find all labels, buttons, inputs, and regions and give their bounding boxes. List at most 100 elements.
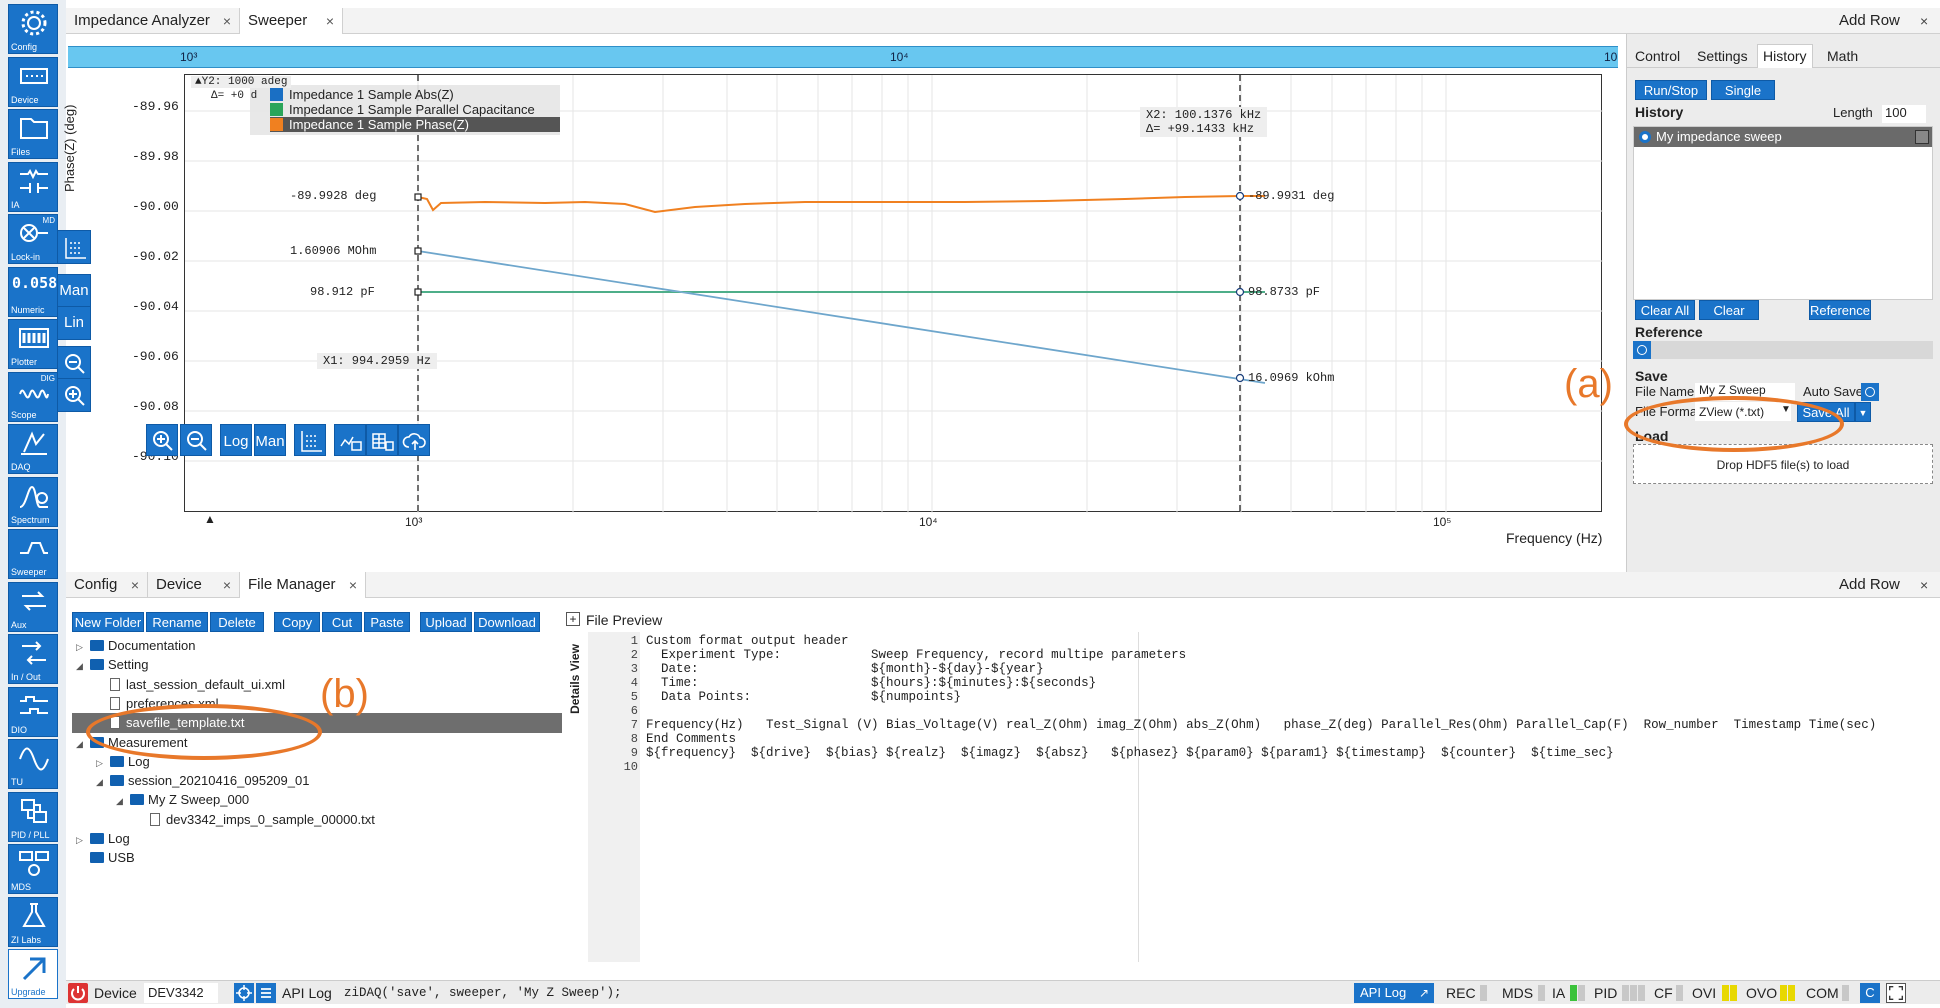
history-list[interactable]: My impedance sweep xyxy=(1633,126,1933,300)
sidebar-item-ia[interactable]: IA xyxy=(8,161,58,212)
tab-settings[interactable]: Settings xyxy=(1697,48,1748,64)
rename-button[interactable]: Rename xyxy=(146,612,208,632)
x-fit-button[interactable] xyxy=(294,424,326,456)
tab-device[interactable]: Device × xyxy=(148,572,240,598)
locate-device-button[interactable] xyxy=(234,983,254,1003)
tree-folder[interactable]: ◢ My Z Sweep_000 xyxy=(72,790,562,810)
add-row-button[interactable]: Add Row xyxy=(1839,572,1900,598)
legend-item[interactable]: Impedance 1 Sample Parallel Capacitance xyxy=(270,102,535,117)
details-view-label[interactable]: Details View xyxy=(568,644,582,714)
sidebar-item-plotter[interactable]: Plotter xyxy=(8,319,58,369)
clear-button[interactable]: Clear xyxy=(1699,300,1759,320)
reference-button[interactable]: Reference xyxy=(1809,300,1871,320)
code-line[interactable]: Date: ${month}-${day}-${year} xyxy=(646,662,1044,676)
legend[interactable]: Impedance 1 Sample Abs(Z) Impedance 1 Sa… xyxy=(250,85,560,135)
delete-button[interactable]: Delete xyxy=(210,612,264,632)
expand-icon[interactable]: + xyxy=(566,612,580,626)
file-tree[interactable]: ▷ Documentation ◢ Setting last_session_defau… xyxy=(72,636,562,962)
code-line[interactable]: End Comments xyxy=(646,732,736,746)
sidebar-item-pid-pll[interactable]: PID / PLL xyxy=(8,791,58,842)
export-data-button[interactable] xyxy=(366,424,398,456)
overview-axis[interactable]: 10³ 10⁴ 10 xyxy=(68,46,1618,68)
close-icon[interactable]: × xyxy=(326,8,334,34)
paste-button[interactable]: Paste xyxy=(364,612,410,632)
upload-button[interactable]: Upload xyxy=(420,612,472,632)
single-button[interactable]: Single xyxy=(1711,80,1775,100)
power-button[interactable] xyxy=(68,983,88,1003)
code-area[interactable]: 1 Custom format output header 2 Experiment… xyxy=(588,632,1940,962)
add-row-button[interactable]: Add Row xyxy=(1839,8,1900,34)
close-icon[interactable]: × xyxy=(1920,8,1928,34)
tab-impedance-analyzer[interactable]: Impedance Analyzer × xyxy=(66,8,240,34)
sidebar-item-config[interactable]: Config xyxy=(8,4,58,54)
code-line[interactable]: Data Points: ${numpoints} xyxy=(646,690,961,704)
expand-arrow-icon[interactable]: ▷ xyxy=(96,753,110,773)
expand-arrow-icon[interactable]: ◢ xyxy=(96,772,110,792)
legend-item-selected[interactable]: Impedance 1 Sample Phase(Z) xyxy=(270,117,560,132)
reference-radio-icon[interactable] xyxy=(1633,341,1651,359)
history-list-item[interactable]: My impedance sweep xyxy=(1634,127,1932,147)
api-log-button[interactable]: API Log ↗ xyxy=(1354,983,1434,1003)
y-lin-button[interactable]: Lin xyxy=(57,306,91,340)
sidebar-item-numeric[interactable]: 0.058 Numeric xyxy=(8,266,58,317)
tab-sweeper[interactable]: Sweeper × xyxy=(240,8,343,34)
sidebar-item-upgrade[interactable]: Upgrade xyxy=(8,949,58,999)
sidebar-item-files[interactable]: Files xyxy=(8,109,58,159)
tree-file[interactable]: last_session_default_ui.xml xyxy=(72,675,562,695)
close-icon[interactable]: × xyxy=(349,572,357,598)
code-line[interactable]: Experiment Type: Sweep Frequency, record… xyxy=(646,648,1186,662)
tree-folder[interactable]: ▷ Documentation xyxy=(72,636,562,656)
download-button[interactable]: Download xyxy=(474,612,540,632)
close-icon[interactable]: × xyxy=(1920,572,1928,598)
sidebar-item-aux[interactable]: Aux xyxy=(8,581,58,632)
code-line[interactable]: Frequency(Hz) Test_Signal (V) Bias_Volta… xyxy=(646,718,1876,732)
sidebar-item-device[interactable]: Device xyxy=(8,56,58,107)
tab-control[interactable]: Control xyxy=(1635,48,1680,64)
tab-config[interactable]: Config × xyxy=(66,572,148,598)
copy-button[interactable]: Copy xyxy=(274,612,320,632)
x-zoom-out-button[interactable] xyxy=(180,424,212,456)
length-input[interactable]: 100 xyxy=(1882,105,1926,123)
tab-file-manager[interactable]: File Manager × xyxy=(240,572,366,598)
tree-folder[interactable]: ◢ Setting xyxy=(72,655,562,675)
expand-arrow-icon[interactable]: ◢ xyxy=(76,656,90,676)
c-button[interactable]: C xyxy=(1860,983,1880,1003)
tab-math[interactable]: Math xyxy=(1827,48,1858,64)
auto-save-toggle[interactable] xyxy=(1861,383,1879,401)
sidebar-item-zi-labs[interactable]: ZI Labs xyxy=(8,896,58,947)
export-plot-button[interactable] xyxy=(334,424,366,456)
close-icon[interactable]: × xyxy=(223,8,231,34)
x-zoom-in-button[interactable] xyxy=(146,424,178,456)
sidebar-item-mds[interactable]: MDS xyxy=(8,844,58,894)
clear-all-button[interactable]: Clear All xyxy=(1635,300,1695,320)
y-man-button[interactable]: Man xyxy=(57,274,91,308)
legend-item[interactable]: Impedance 1 Sample Abs(Z) xyxy=(270,87,454,102)
expand-arrow-icon[interactable]: ▷ xyxy=(76,637,90,657)
drop-zone[interactable]: Drop HDF5 file(s) to load xyxy=(1633,444,1933,484)
close-icon[interactable]: × xyxy=(131,572,139,598)
reference-field[interactable] xyxy=(1633,341,1933,359)
x-man-button[interactable]: Man xyxy=(254,424,286,456)
expand-arrow-icon[interactable]: ◢ xyxy=(116,791,130,811)
radio-icon[interactable] xyxy=(1639,131,1651,143)
code-line[interactable]: Custom format output header xyxy=(646,634,849,648)
sidebar-item-lock-in[interactable]: MD Lock-in xyxy=(8,214,58,264)
sidebar-item-in-out[interactable]: In / Out xyxy=(8,634,58,684)
code-line[interactable]: ${frequency} ${drive} ${bias} ${realz} $… xyxy=(646,746,1614,760)
tree-file[interactable]: dev3342_imps_0_sample_00000.txt xyxy=(72,810,562,830)
cloud-upload-button[interactable] xyxy=(398,424,430,456)
fit-axis-button[interactable] xyxy=(57,230,91,264)
tree-folder[interactable]: ▷ Log xyxy=(72,829,562,849)
fullscreen-button[interactable] xyxy=(1886,983,1906,1003)
sidebar-item-spectrum[interactable]: Spectrum xyxy=(8,476,58,527)
zoom-out-button[interactable] xyxy=(57,346,91,380)
sidebar-item-daq[interactable]: DAQ xyxy=(8,424,58,474)
zoom-in-button[interactable] xyxy=(57,378,91,412)
menu-button[interactable] xyxy=(256,983,276,1003)
tree-folder[interactable]: USB xyxy=(72,848,562,868)
run-stop-button[interactable]: Run/Stop xyxy=(1635,80,1707,100)
tab-history[interactable]: History xyxy=(1763,48,1807,64)
sidebar-item-sweeper[interactable]: Sweeper xyxy=(8,529,58,579)
tree-folder[interactable]: ◢ session_20210416_095209_01 xyxy=(72,771,562,791)
sidebar-item-scope[interactable]: DIG Scope xyxy=(8,371,58,422)
